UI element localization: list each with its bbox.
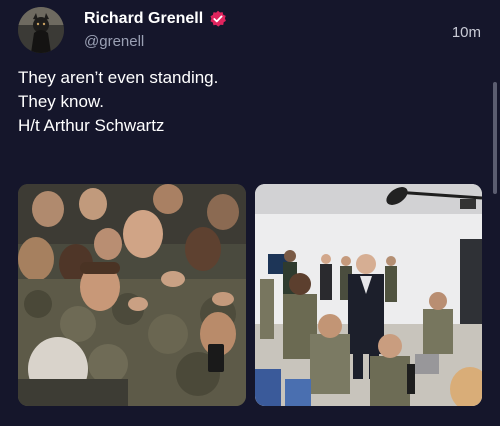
tweet-card[interactable]: Richard Grenell @grenell 10m They aren’t… (0, 0, 500, 426)
tweet-text-line: H/t Arthur Schwartz (18, 116, 165, 135)
verified-badge-icon (209, 10, 227, 28)
tweet-text: They aren’t even standing. They know. H/… (18, 66, 478, 138)
scrollbar[interactable] (493, 82, 497, 194)
author-name-row[interactable]: Richard Grenell (84, 10, 227, 28)
author-handle[interactable]: @grenell (84, 33, 144, 50)
media-photo-room-gathering[interactable] (255, 184, 482, 406)
media-photo-soldiers-crowd[interactable] (18, 184, 246, 406)
tweet-timestamp[interactable]: 10m (452, 24, 481, 41)
tweet-text-line: They know. (18, 92, 104, 111)
tweet-text-line: They aren’t even standing. (18, 68, 219, 87)
display-name[interactable]: Richard Grenell (84, 10, 203, 28)
avatar[interactable] (18, 7, 64, 53)
